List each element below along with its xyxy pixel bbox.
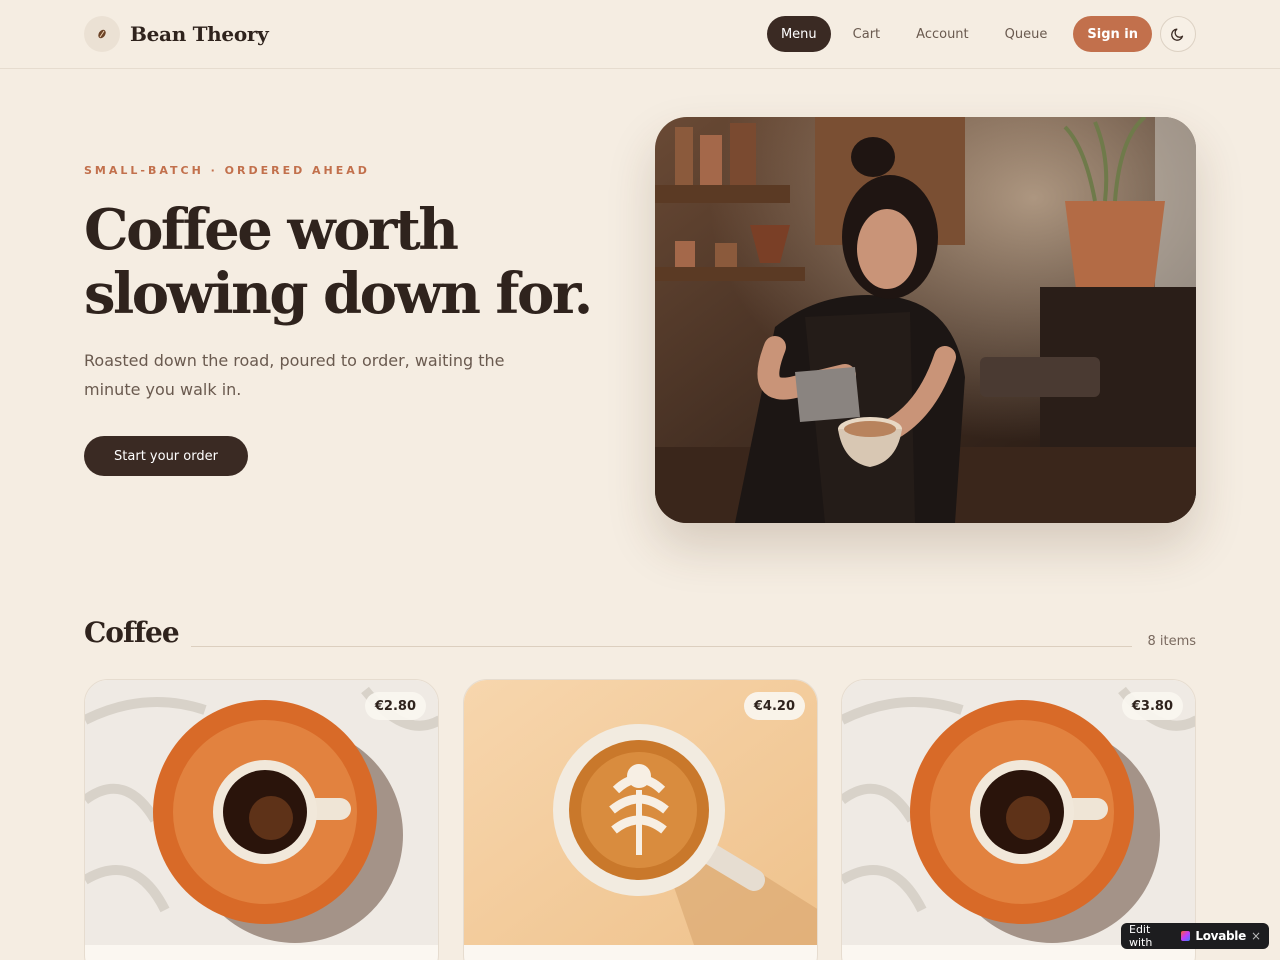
nav-item-queue[interactable]: Queue xyxy=(991,16,1062,52)
badge-brand: Lovable xyxy=(1195,929,1246,943)
price-badge: €4.20 xyxy=(743,692,805,720)
nav-item-account[interactable]: Account xyxy=(902,16,983,52)
nav-item-cart[interactable]: Cart xyxy=(839,16,895,52)
main-nav: Menu Cart Account Queue Sign in xyxy=(766,16,1196,52)
section-divider xyxy=(191,646,1132,647)
brand-name: Bean Theory xyxy=(130,22,269,46)
theme-toggle-button[interactable] xyxy=(1160,16,1196,52)
lovable-logo-icon xyxy=(1180,931,1191,941)
hero-barista-image xyxy=(655,117,1196,523)
close-icon[interactable]: × xyxy=(1251,929,1261,943)
badge-prefix: Edit with xyxy=(1129,923,1153,949)
price-badge: €3.80 xyxy=(1121,692,1183,720)
nav-item-menu[interactable]: Menu xyxy=(766,16,831,52)
section-title: Coffee xyxy=(84,616,180,649)
hero-eyebrow: SMALL-BATCH · ORDERED AHEAD xyxy=(84,164,370,177)
moon-icon xyxy=(1171,28,1184,41)
product-card[interactable]: €2.80 xyxy=(84,679,439,960)
product-card[interactable]: €4.20 xyxy=(463,679,818,960)
hero-title-line-1: Coffee worth xyxy=(84,197,459,263)
product-card[interactable]: €3.80 xyxy=(841,679,1196,960)
sign-in-button[interactable]: Sign in xyxy=(1073,16,1152,52)
price-badge: €2.80 xyxy=(364,692,426,720)
item-count: 8 items xyxy=(1147,634,1196,649)
brand[interactable]: Bean Theory xyxy=(84,16,269,52)
edit-with-lovable-badge[interactable]: Edit with Lovable × xyxy=(1121,923,1269,949)
hero-subtitle: Roasted down the road, poured to order, … xyxy=(84,351,505,399)
hero-title-line-2: slowing down for. xyxy=(84,261,593,327)
site-header: Bean Theory Menu Cart Account Queue Sign… xyxy=(0,0,1280,69)
hero-title: Coffee worth slowing down for. xyxy=(84,198,604,326)
start-order-button[interactable]: Start your order xyxy=(84,436,248,476)
coffee-bean-icon xyxy=(84,16,120,52)
